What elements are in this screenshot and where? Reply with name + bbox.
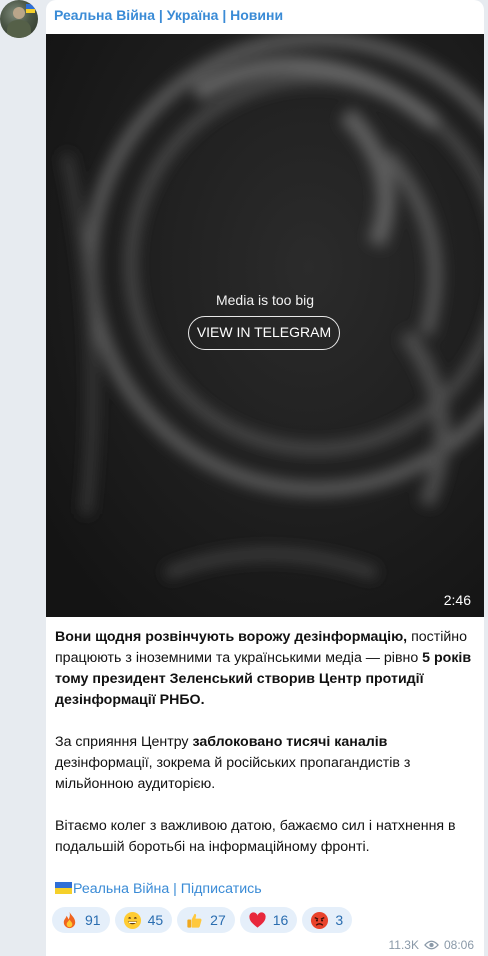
reaction-count: 3 [335,912,344,928]
view-count: 11.3K [388,938,419,952]
fire-emoji-icon [63,911,76,928]
video-preview[interactable]: Media is too big VIEW IN TELEGRAM 2:46 [46,34,484,617]
reaction-angry[interactable]: 3 [302,907,353,933]
reaction-fire[interactable]: 91 [52,907,110,933]
post-text: Вони щодня розвінчують ворожу дезінформа… [55,627,479,900]
channel-name-link[interactable]: Реальна Війна | Україна | Новини [54,7,283,23]
post-bold-text: Вони щодня розвінчують ворожу дезінформа… [55,629,408,645]
post-text-span: Вітаємо колег з важливою датою, бажаємо … [55,818,456,855]
media-too-big-message: Media is too big [215,292,315,308]
view-in-telegram-button[interactable]: VIEW IN TELEGRAM [188,316,340,350]
message-bubble: Реальна Війна | Україна | Новини Media i… [46,0,484,956]
avatar-flag-icon [26,4,35,13]
ukraine-flag-icon [55,882,72,894]
subscribe-link[interactable]: Реальна Війна | Підписатись [73,881,262,897]
video-duration: 2:46 [443,592,471,608]
grinning-face-emoji-icon [123,911,141,929]
reaction-thumbs-up[interactable]: 27 [177,907,235,933]
reaction-grinning[interactable]: 45 [114,907,173,933]
thumbs-up-emoji-icon [187,913,202,928]
post-paragraph-3: Вітаємо колег з важливою датою, бажаємо … [55,816,479,858]
reaction-count: 27 [210,912,226,928]
reactions-bar: 91 45 27 16 3 [52,907,353,933]
red-heart-emoji-icon [249,911,266,928]
reaction-count: 91 [85,912,101,928]
post-bold-text: заблоковано тисячі каналів [192,734,388,750]
angry-face-emoji-icon [311,911,329,929]
avatar-figure-head [13,7,25,19]
channel-avatar[interactable] [0,0,38,38]
avatar-figure-body [7,20,31,38]
post-paragraph-1: Вони щодня розвінчують ворожу дезінформа… [55,627,479,711]
post-signature: Реальна Війна | Підписатись [55,879,479,900]
message-meta: 11.3K 08:06 [389,938,475,952]
reaction-count: 16 [272,912,289,928]
reaction-heart[interactable]: 16 [239,907,298,933]
post-text-span: дезінформації, зокрема й російських проп… [55,755,411,792]
post-text-span: За сприяння Центру [55,734,193,750]
message-time: 08:06 [443,938,474,952]
eye-icon [424,940,439,950]
reaction-count: 45 [147,912,164,928]
post-paragraph-2: За сприяння Центру заблоковано тисячі ка… [55,732,479,795]
